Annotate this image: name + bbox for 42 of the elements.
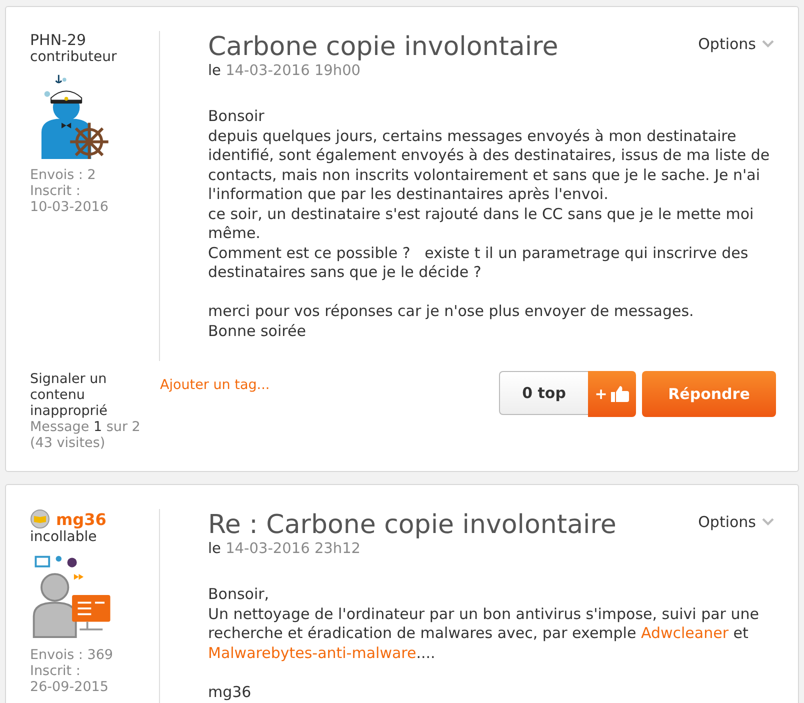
date-prefix: le xyxy=(208,63,221,79)
post-count: Envois : 369 xyxy=(30,647,114,663)
message-index: 1 xyxy=(93,419,102,435)
body-paragraph: mg36 xyxy=(208,682,252,702)
registered-label: Inscrit : xyxy=(30,663,82,679)
body-paragraph: depuis quelques jours, certains messages envoyés à mon destinataire identifié, sont également envoyés à des destinataires, issus de ma liste de contacts, mais non inscrits volontairement et sans que je le sache. Je n'ai l'information que par les destinantaires après l'envoi. xyxy=(208,126,771,204)
author-rank: incollable xyxy=(30,529,98,545)
message-total: sur 2 xyxy=(106,419,140,435)
visit-count: (43 visites) xyxy=(30,435,106,451)
options-menu[interactable]: Options xyxy=(698,509,774,535)
registered-label: Inscrit : xyxy=(30,183,82,199)
body-paragraph: Bonne soirée xyxy=(208,322,307,341)
post-date: 14-03-2016 23h12 xyxy=(226,541,361,557)
post-count: Envois : 2 xyxy=(30,167,97,183)
body-link[interactable]: Adwcleaner xyxy=(640,624,728,642)
author-name[interactable]: PHN-29 xyxy=(30,31,86,49)
date-prefix: le xyxy=(208,541,221,557)
message-label: Message xyxy=(30,419,90,435)
body-paragraph: Comment est ce possible ? existe t il un parametrage qui inscrirve des destinataires sans que je le décide ? xyxy=(208,244,750,282)
add-tag-link[interactable]: Ajouter un tag... xyxy=(160,377,270,393)
report-link[interactable]: Signaler un contenu inapproprié xyxy=(30,371,160,419)
top-count: 0 top xyxy=(499,371,588,415)
book-badge-icon xyxy=(30,509,50,529)
options-menu[interactable]: Options xyxy=(698,31,774,57)
body-paragraph: Bonsoir, xyxy=(208,585,270,604)
caret-icon xyxy=(762,40,774,48)
body-link[interactable]: Malwarebytes-anti-malware xyxy=(208,644,416,662)
reply-button[interactable]: Répondre xyxy=(642,371,776,417)
registered-date: 26-09-2015 xyxy=(30,679,110,695)
caret-icon xyxy=(762,518,774,526)
author-rank: contributeur xyxy=(30,49,118,65)
post-title: Carbone copie involontaire xyxy=(208,31,558,63)
body-paragraph: merci pour vos réponses car je n'ose plus envoyer de messages. xyxy=(208,302,695,322)
thumbs-up-icon xyxy=(611,386,630,402)
registered-date: 10-03-2016 xyxy=(30,199,110,215)
body-paragraph: Bonsoir xyxy=(208,107,266,126)
body-paragraph: ce soir, un destinataire s'est rajouté dans le CC sans que je le mette moi même. xyxy=(208,204,755,244)
post-date: 14-03-2016 19h00 xyxy=(226,63,361,79)
author-name[interactable]: mg36 xyxy=(56,510,106,528)
post-title: Re : Carbone copie involontaire xyxy=(208,509,616,541)
like-button[interactable]: + xyxy=(588,371,636,417)
body-paragraph: Un nettoyage de l'ordinateur par un bon antivirus s'impose, suivi par une recherche et éradication de malwares avec, par exemple Adwcleaner et Malwarebytes-anti-malware.... xyxy=(208,604,760,663)
